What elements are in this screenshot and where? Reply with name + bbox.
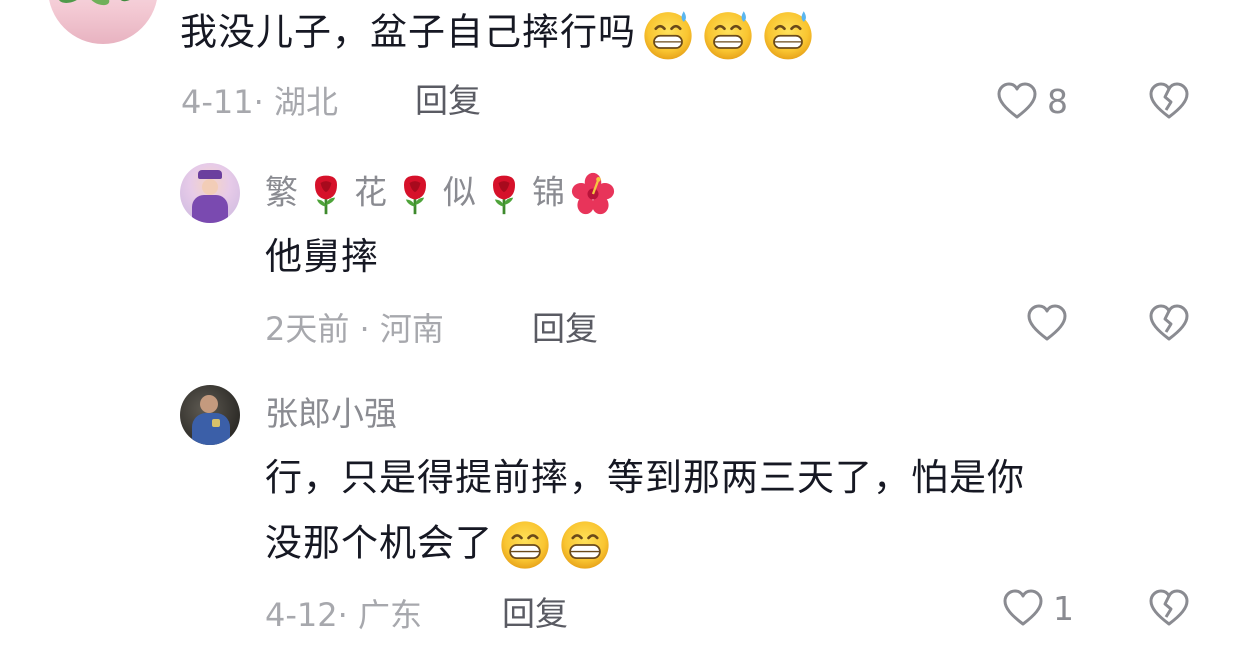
username-part: 繁 — [265, 172, 298, 212]
hibiscus-emoji-icon — [571, 172, 615, 215]
comment-text: 没那个机会了 — [265, 521, 493, 565]
reply-button[interactable]: 回复 — [502, 594, 568, 634]
reply-button[interactable]: 回复 — [532, 309, 598, 349]
broken-heart-outline-icon[interactable] — [1148, 588, 1190, 628]
comment-meta: 4-11· 湖北 — [181, 83, 338, 121]
comment-text: 我没儿子，盆子自己摔行吗 — [180, 10, 636, 54]
like-count: 1 — [1053, 589, 1074, 628]
username-part: 花 — [354, 172, 387, 212]
heart-outline-icon[interactable] — [1026, 303, 1068, 343]
avatar[interactable] — [48, 0, 158, 44]
broken-heart-outline-icon[interactable] — [1148, 81, 1190, 121]
grinning-sweat-emoji-icon — [764, 11, 812, 60]
comment-text: 他舅摔 — [265, 235, 379, 278]
rose-emoji-icon — [404, 175, 426, 215]
broken-heart-outline-icon[interactable] — [1148, 303, 1190, 343]
comment-text: 行，只是得提前摔，等到那两三天了，怕是你 — [265, 456, 1025, 499]
comment-body: 我没儿子，盆子自己摔行吗 — [180, 6, 816, 62]
like-count: 8 — [1047, 82, 1068, 121]
avatar[interactable] — [180, 385, 240, 445]
username[interactable]: 张郎小强 — [265, 394, 397, 434]
avatar[interactable] — [180, 163, 240, 223]
grinning-sweat-emoji-icon — [644, 11, 692, 60]
grinning-emoji-icon — [501, 521, 549, 569]
username[interactable]: 繁花似锦 — [265, 172, 621, 216]
reply-button[interactable]: 回复 — [415, 81, 481, 121]
heart-outline-icon[interactable] — [996, 81, 1038, 121]
comment-meta: 4-12· 广东 — [265, 596, 422, 634]
grinning-sweat-emoji-icon — [704, 11, 752, 60]
comment-thread: 我没儿子，盆子自己摔行吗 4-11· 湖北 回复 8 繁 花 似 锦 他舅摔 2天前 … — [0, 0, 1242, 647]
username-part: 锦 — [532, 172, 565, 212]
grinning-emoji-icon — [561, 521, 609, 569]
heart-outline-icon[interactable] — [1002, 588, 1044, 628]
comment-meta: 2天前 · 河南 — [265, 310, 444, 348]
username-part: 似 — [443, 172, 476, 212]
rose-emoji-icon — [493, 175, 515, 215]
rose-emoji-icon — [315, 175, 337, 215]
comment-body: 没那个机会了 — [265, 517, 613, 573]
